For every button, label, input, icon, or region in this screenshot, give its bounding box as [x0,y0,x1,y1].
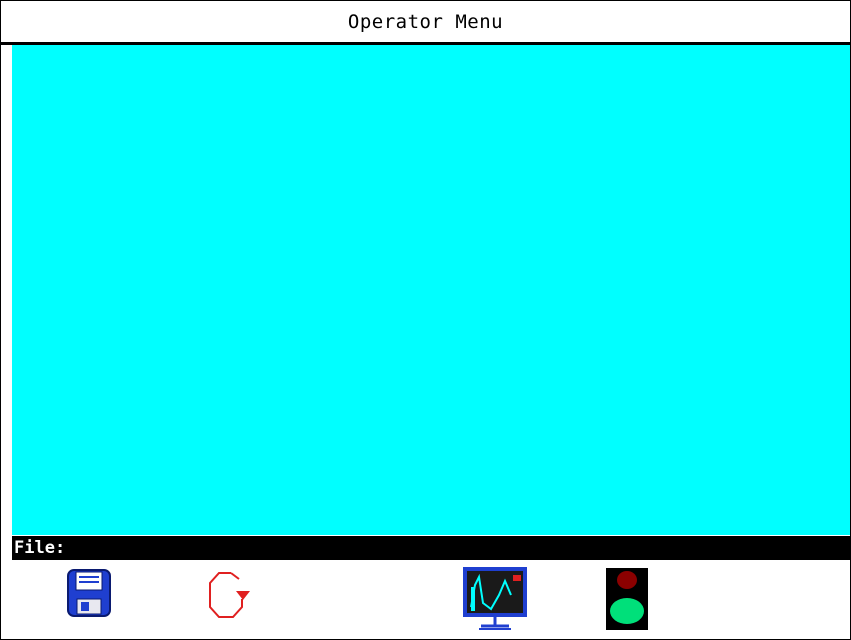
monitor-chart-icon [463,567,527,630]
title-bar: Operator Menu [1,1,850,45]
rotate-arrow-icon [209,572,250,618]
red-light-icon [617,571,637,589]
bottom-toolbar [1,561,850,639]
save-button[interactable] [67,569,111,617]
file-bar: File: [12,536,850,560]
green-light-icon [610,598,644,624]
main-display-area[interactable] [12,45,850,535]
file-label: File: [14,538,66,558]
traffic-light-icon [606,568,648,630]
floppy-disk-icon [67,569,111,617]
refresh-button[interactable] [205,569,261,623]
window-title: Operator Menu [347,10,504,33]
operator-window: Operator Menu File: [0,0,851,640]
traffic-light-button[interactable] [605,567,649,631]
trend-monitor-button[interactable] [461,565,529,633]
